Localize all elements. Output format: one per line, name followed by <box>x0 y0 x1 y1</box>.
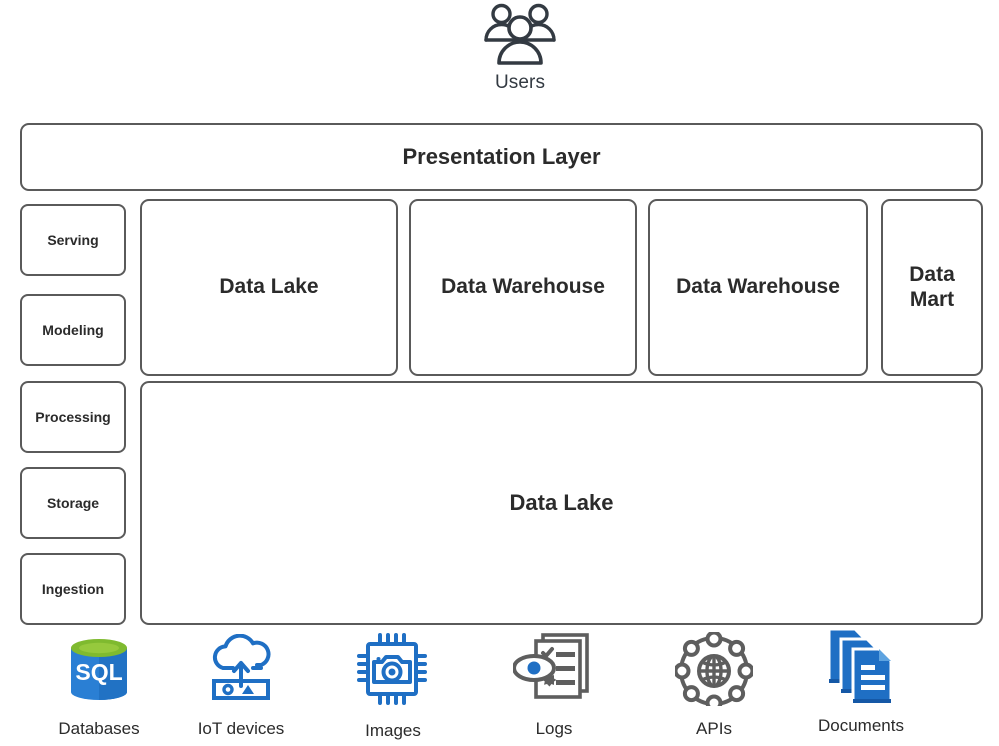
source-label-images: Images <box>365 721 421 740</box>
source-item-logs[interactable]: Logs <box>479 630 629 739</box>
serving-box-data-warehouse-1[interactable]: Data Warehouse <box>409 199 637 376</box>
globe-network-icon <box>673 630 755 712</box>
presentation-layer-box[interactable]: Presentation Layer <box>20 123 983 191</box>
stage-label-ingestion: Ingestion <box>41 580 105 597</box>
diagram-canvas: Users Presentation Layer Serving Modelin… <box>0 0 999 746</box>
eye-documents-icon <box>512 630 595 709</box>
stage-label-serving: Serving <box>47 231 99 248</box>
source-item-databases[interactable]: SQL Databases <box>24 634 174 739</box>
sql-database-icon: SQL <box>63 634 135 711</box>
source-label-iot-devices: IoT devices <box>197 719 285 738</box>
source-item-iot-devices[interactable]: IoT devices <box>166 633 316 739</box>
stage-label-modeling: Modeling <box>42 321 104 338</box>
source-item-images[interactable]: Images <box>318 632 468 741</box>
data-sources-row: SQL Databases IoT devices Images Logs AP… <box>0 625 999 746</box>
source-label-databases: Databases <box>58 719 140 738</box>
serving-box-data-warehouse-2[interactable]: Data Warehouse <box>648 199 868 376</box>
storage-box-data-lake[interactable]: Data Lake <box>140 381 983 625</box>
camera-chip-icon <box>354 632 432 711</box>
storage-label-data-lake: Data Lake <box>509 490 614 516</box>
stage-box-storage[interactable]: Storage <box>20 467 126 539</box>
source-item-documents[interactable]: Documents <box>786 625 936 736</box>
serving-label-data-warehouse-2: Data Warehouse <box>676 275 840 299</box>
serving-box-data-lake[interactable]: Data Lake <box>140 199 398 376</box>
serving-label-data-warehouse-1: Data Warehouse <box>441 275 605 299</box>
serving-label-data-mart: Data Mart <box>909 262 955 311</box>
presentation-layer-label: Presentation Layer <box>402 144 601 170</box>
users-group: Users <box>455 2 585 106</box>
stage-label-processing: Processing <box>35 408 111 425</box>
stage-box-modeling[interactable]: Modeling <box>20 294 126 366</box>
stage-box-ingestion[interactable]: Ingestion <box>20 553 126 625</box>
stage-box-serving[interactable]: Serving <box>20 204 126 276</box>
users-group-icon <box>483 2 557 66</box>
iot-cloud-device-icon <box>203 633 279 711</box>
stage-label-storage: Storage <box>46 494 100 511</box>
source-item-apis[interactable]: APIs <box>639 630 789 739</box>
source-label-logs: Logs <box>535 719 573 738</box>
stage-box-processing[interactable]: Processing <box>20 381 126 453</box>
source-label-documents: Documents <box>818 716 904 735</box>
users-label: Users <box>494 72 546 93</box>
svg-text:SQL: SQL <box>75 659 122 685</box>
serving-label-data-lake: Data Lake <box>219 275 319 299</box>
stacked-documents-icon <box>821 625 901 710</box>
source-label-apis: APIs <box>696 719 732 738</box>
serving-box-data-mart[interactable]: Data Mart <box>881 199 983 376</box>
